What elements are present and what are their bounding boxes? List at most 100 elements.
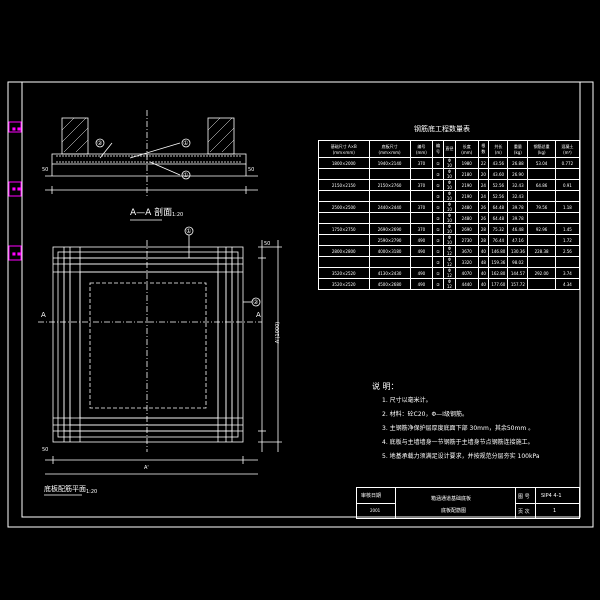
table-cell: ① xyxy=(432,223,444,235)
dim-a-prime: A' xyxy=(144,465,149,471)
table-cell: 20 xyxy=(477,168,490,180)
dim-50-left: 50 xyxy=(42,167,49,173)
table-cell xyxy=(409,256,434,268)
table-cell: 2500×2500 xyxy=(318,201,370,213)
table-row: 3520×2520 4500×2680 490 ② Φ 12 4440 40 177.60 15… xyxy=(318,278,581,290)
sheet-label: 页 次 xyxy=(518,509,530,515)
table-cell: ② xyxy=(432,256,444,268)
table-cell: 370 xyxy=(409,157,434,169)
dim-a-length: A'(1000) xyxy=(275,321,282,344)
table-cell: 98.02 xyxy=(507,256,529,268)
table-cell: 4500×2680 xyxy=(368,278,411,290)
title-left-label: 审核日期 xyxy=(361,493,382,499)
table-cell: 4000×3180 xyxy=(368,245,411,257)
quantity-table: 基础尺寸 A×B (mm×mm) 底板尺寸 (mm×mm) 编号 (mm) 编号 直径长… xyxy=(318,140,581,290)
callout-2: ② xyxy=(97,140,103,147)
table-cell: 292.00 xyxy=(527,267,556,279)
table-cell: 39.78 xyxy=(507,212,529,224)
table-cell xyxy=(368,190,411,202)
table-cell: 2730 xyxy=(455,234,479,246)
table-cell: 162.80 xyxy=(488,267,509,279)
table-header-cell: 直径 xyxy=(442,140,457,158)
table-row: 2800×2800 4000×3180 490 ① Φ 12 3670 40 146.80 13… xyxy=(318,245,581,257)
table-cell: 26.88 xyxy=(507,157,529,169)
table-cell xyxy=(554,190,581,202)
plan-title: 底板配筋平面 xyxy=(44,485,86,493)
drawing-no-label: 图 号 xyxy=(518,494,530,500)
section-a-a xyxy=(45,110,258,196)
table-cell xyxy=(318,190,370,202)
drawing-no-value: SIP4 4-1 xyxy=(541,493,562,499)
table-cell: 157.72 xyxy=(507,278,529,290)
table-cell: 4440 xyxy=(455,278,479,290)
table-cell: 144.57 xyxy=(507,267,529,279)
table-cell: ② xyxy=(432,190,444,202)
title-line-1: 箱涵通道基础底板 xyxy=(431,496,472,502)
table-cell: 2190 xyxy=(455,179,479,191)
table-cell: ② xyxy=(432,168,444,180)
note-item: 2. 材料：砼C20，Φ—Ⅰ级钢筋。 xyxy=(382,411,468,418)
table-cell xyxy=(527,212,556,224)
table-cell: 1.18 xyxy=(554,201,581,213)
table-row: 2590×2790 490 ② Φ 10 2730 28 76.44 47.16 1.72 xyxy=(318,234,581,246)
table-cell: 2.56 xyxy=(554,245,581,257)
table-cell: 177.60 xyxy=(488,278,509,290)
table-cell: 28 xyxy=(477,223,490,235)
table-cell: 26 xyxy=(477,212,490,224)
table-cell: 3520×2520 xyxy=(318,278,370,290)
table-cell: 490 xyxy=(409,245,434,257)
note-item: 5. 地基承载力须满足设计要求，并按规范分层夯实 100kPa xyxy=(382,453,540,460)
table-cell xyxy=(527,190,556,202)
table-header-cell: 混凝土 (m³) xyxy=(554,140,581,158)
table-cell: 76.44 xyxy=(488,234,509,246)
table-cell: 146.80 xyxy=(488,245,509,257)
table-cell: 39.78 xyxy=(507,201,529,213)
table-cell xyxy=(409,190,434,202)
table-cell: 75.32 xyxy=(488,223,509,235)
table-cell: 370 xyxy=(409,223,434,235)
table-row: 2150×2150 2150×2760 370 ① Φ 10 2190 24 52.56 32.… xyxy=(318,179,581,191)
table-cell: Φ 10 xyxy=(442,179,457,191)
table-cell: 490 xyxy=(409,267,434,279)
table-cell xyxy=(318,168,370,180)
table-cell: 159.36 xyxy=(488,256,509,268)
table-cell: 28 xyxy=(477,234,490,246)
table-cell: 1980 xyxy=(455,157,479,169)
table-cell: 1940×2140 xyxy=(368,157,411,169)
table-cell: 1750×2750 xyxy=(318,223,370,235)
table-cell: ① xyxy=(432,245,444,257)
table-cell: 92.96 xyxy=(527,223,556,235)
table-row: ②Φ 10 2190 24 52.56 32.43 xyxy=(318,190,581,202)
table-cell: 47.16 xyxy=(507,234,529,246)
table-cell: 79.56 xyxy=(527,201,556,213)
table-header-cell: 底板尺寸 (mm×mm) xyxy=(368,140,411,158)
table-row: 1800×2000 1940×2140 370 ① Φ 10 1980 22 43.56 26.… xyxy=(318,157,581,169)
table-cell: 22 xyxy=(477,157,490,169)
table-cell: 370 xyxy=(409,179,434,191)
table-cell: Φ 10 xyxy=(442,168,457,180)
table-cell: 32.43 xyxy=(507,190,529,202)
table-cell: 2480 xyxy=(455,201,479,213)
table-cell: 64.48 xyxy=(488,212,509,224)
table-cell: Φ 10 xyxy=(442,190,457,202)
table-header-cell: 钢筋总重 (kg) xyxy=(527,140,556,158)
table-cell: 24 xyxy=(477,190,490,202)
table-cell xyxy=(318,234,370,246)
section-title: A—A 剖面 xyxy=(130,208,173,218)
table-cell: ② xyxy=(432,234,444,246)
table-cell: 2690×2690 xyxy=(368,223,411,235)
table-cell: Φ 12 xyxy=(442,278,457,290)
table-cell: ① xyxy=(432,267,444,279)
table-cell: Φ 10 xyxy=(442,234,457,246)
table-cell: ② xyxy=(432,278,444,290)
dim-50-right: 50 xyxy=(248,167,255,173)
table-cell: 26 xyxy=(477,201,490,213)
table-cell xyxy=(409,168,434,180)
table-cell: 0.91 xyxy=(554,179,581,191)
note-item: 4. 底板与主墙墙身一节钢筋于主墙身节点钢筋连接施工。 xyxy=(382,439,534,446)
table-cell: ① xyxy=(432,179,444,191)
table-cell: ① xyxy=(432,201,444,213)
table-cell: 43.56 xyxy=(488,157,509,169)
table-header-cell: 长度 (mm) xyxy=(455,140,479,158)
plan-scale: 1:20 xyxy=(86,489,98,495)
